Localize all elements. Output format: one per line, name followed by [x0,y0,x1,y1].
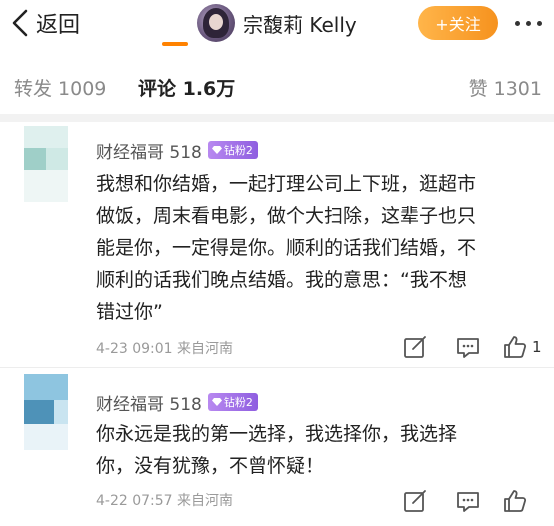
profile-name[interactable]: 宗馥莉 Kelly [243,9,357,38]
fan-badge-label: 钻粉2 [223,144,253,157]
comment-line: 我想和你结婚，一起打理公司上下班，逛超市 [96,173,477,195]
back-label: 返回 [36,13,81,38]
fan-badge-label: 钻粉2 [223,396,253,409]
comment-item: 财经福哥 518 钻粉2 我想和你结婚，一起打理公司上下班，逛超市 做饭，周末看… [0,122,554,368]
avatar[interactable] [24,374,68,450]
comment-author-row: 财经福哥 518 钻粉2 [96,138,258,163]
back-chevron-icon [12,9,28,37]
comment-text: 你永远是我的第一选择，我选择你，我选择 你，没有犹豫，不曾怀疑！ [96,418,550,482]
like-icon[interactable] [502,488,528,514]
tab-likes[interactable]: 赞 1301 [469,74,542,101]
comment-meta: 4-23 09:01 来自河南 [96,341,234,357]
active-tab-indicator [162,42,188,46]
avatar[interactable] [24,126,68,202]
like-icon[interactable] [502,334,528,360]
avatar[interactable] [197,4,235,42]
comment-line: 你永远是我的第一选择，我选择你，我选择 [96,423,458,445]
comment-username[interactable]: 财经福哥 518 [96,390,202,415]
comment-line: 能是你，一定得是你。顺利的话我们结婚，不 [96,237,477,259]
follow-button[interactable]: +关注 [418,6,498,40]
reply-icon[interactable] [455,488,481,514]
section-divider [0,114,554,122]
edit-icon[interactable] [402,334,428,360]
back-button[interactable]: 返回 [6,6,80,40]
tab-comments[interactable]: 评论 1.6万 [138,74,235,101]
comment-username[interactable]: 财经福哥 518 [96,138,202,163]
top-bar: 返回 宗馥莉 Kelly +关注 [0,0,554,48]
comment-line: 错过你” [96,301,163,323]
fan-badge[interactable]: 钻粉2 [207,393,258,411]
stats-tabs: 转发 1009 评论 1.6万 赞 1301 [0,66,554,110]
comment-line: 做饭，周末看电影，做个大扫除，这辈子也只 [96,205,477,227]
like-count: 1 [532,338,542,356]
edit-icon[interactable] [402,488,428,514]
fan-badge[interactable]: 钻粉2 [207,141,258,159]
comment-meta: 4-22 07:57 来自河南 [96,493,234,509]
reply-icon[interactable] [455,334,481,360]
diamond-icon [211,398,222,406]
comment-item: 财经福哥 518 钻粉2 你永远是我的第一选择，我选择你，我选择 你，没有犹豫，… [0,368,554,526]
comment-line: 顺利的话我们晚点结婚。我的意思：“我不想 [96,269,467,291]
tab-repost[interactable]: 转发 1009 [14,74,106,101]
diamond-icon [211,146,222,154]
comment-line: 你，没有犹豫，不曾怀疑！ [96,455,325,477]
comment-author-row: 财经福哥 518 钻粉2 [96,390,258,415]
comment-text: 我想和你结婚，一起打理公司上下班，逛超市 做饭，周末看电影，做个大扫除，这辈子也… [96,168,550,328]
more-icon[interactable] [508,6,548,40]
profile-header[interactable]: 宗馥莉 Kelly [197,2,357,44]
